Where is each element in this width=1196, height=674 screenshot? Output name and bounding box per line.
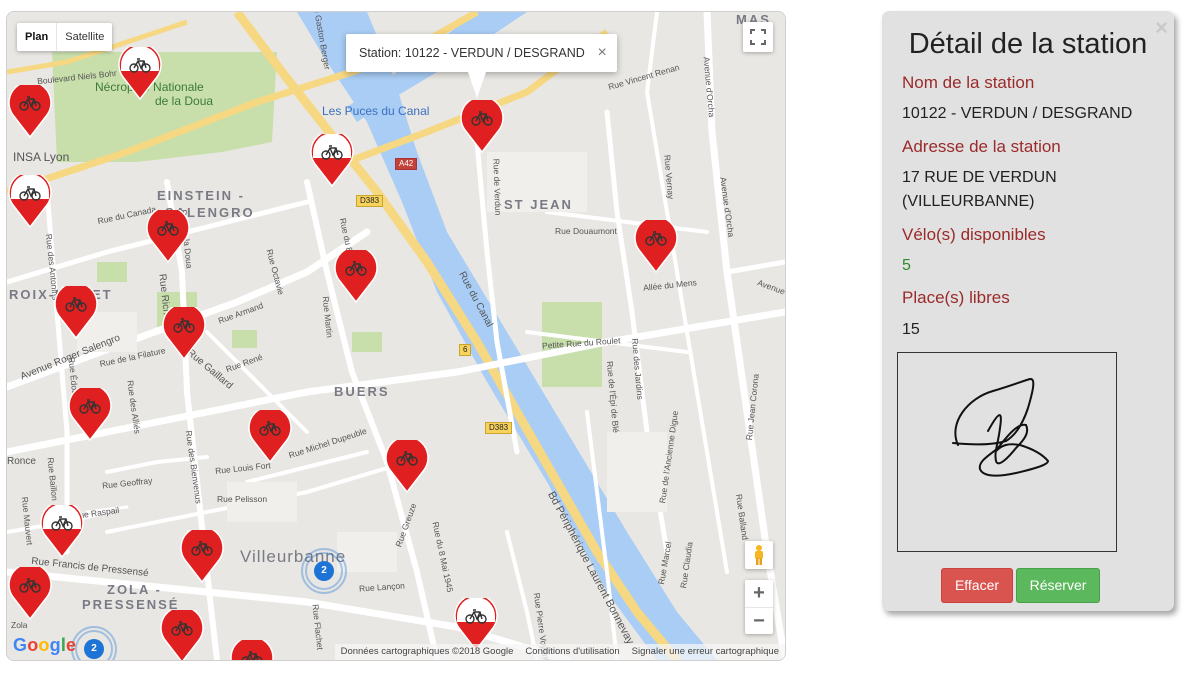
poi-label: de la Doua (155, 94, 214, 108)
map-type-plan[interactable]: Plan (17, 23, 56, 51)
station-marker[interactable] (247, 406, 293, 464)
station-marker[interactable] (161, 303, 207, 361)
station-name-label: Nom de la station (902, 73, 1035, 92)
marker-cluster[interactable]: 2 (301, 548, 347, 594)
map-attribution: Données cartographiques ©2018 Google Con… (334, 644, 785, 660)
signature-canvas[interactable] (897, 352, 1117, 552)
station-marker[interactable] (459, 96, 505, 154)
station-marker[interactable] (179, 526, 225, 584)
street-view-button[interactable] (745, 541, 773, 569)
station-address-label: Adresse de la station (902, 137, 1061, 156)
cluster-count: 2 (84, 639, 104, 659)
station-address-value: 17 RUE DE VERDUN (VILLEURBANNE) (902, 169, 1057, 210)
free-places-value: 15 (902, 321, 920, 338)
street-label: Rue Pelisson (217, 494, 268, 504)
fullscreen-icon (750, 29, 766, 45)
station-marker[interactable] (53, 282, 99, 340)
zoom-in-button[interactable]: + (745, 580, 773, 607)
info-window-text: Station: 10122 - VERDUN / DESGRAND (359, 46, 585, 60)
station-name-value: 10122 - VERDUN / DESGRAND (902, 105, 1133, 122)
google-logo: Google (13, 635, 77, 655)
reserve-button[interactable]: Réserver (1016, 568, 1100, 603)
signature-drawing (952, 378, 1050, 477)
station-marker[interactable] (7, 81, 53, 139)
street-label: Ronce (7, 456, 36, 467)
terms-link[interactable]: Conditions d'utilisation (519, 644, 625, 660)
street-label: Rue Douaumont (555, 226, 617, 236)
road-shield: D383 (356, 195, 384, 207)
map-type-satellite[interactable]: Satellite (56, 23, 112, 51)
station-marker[interactable] (67, 384, 113, 442)
street-label: Zola (11, 620, 28, 630)
close-icon[interactable]: × (597, 34, 606, 72)
station-marker[interactable] (159, 606, 205, 660)
station-marker[interactable] (7, 171, 53, 229)
station-marker[interactable] (229, 636, 275, 660)
poi-label: INSA Lyon (13, 150, 70, 164)
station-marker[interactable] (384, 436, 430, 494)
road-shield: A42 (395, 158, 418, 170)
area-label: EINSTEIN - (157, 188, 245, 203)
bikes-available-label: Vélo(s) disponibles (902, 225, 1046, 244)
station-marker[interactable] (633, 216, 679, 274)
street-label: Rue de Verdun (491, 158, 504, 216)
area-label: ST JEAN (504, 197, 573, 212)
free-places-label: Place(s) libres (902, 288, 1010, 307)
marker-cluster[interactable]: 2 (71, 626, 117, 660)
fullscreen-button[interactable] (743, 22, 773, 52)
area-label: ZOLA - (107, 582, 162, 597)
road-shield: D383 (485, 422, 513, 434)
station-info-window: Station: 10122 - VERDUN / DESGRAND × (346, 34, 617, 98)
cluster-count: 2 (314, 561, 334, 581)
poi-label: Les Puces du Canal (322, 104, 430, 118)
clear-signature-button[interactable]: Effacer (941, 568, 1013, 603)
station-detail-panel: × Détail de la station Nom de la station… (882, 11, 1174, 611)
bikes-available-value: 5 (902, 257, 911, 274)
station-marker[interactable] (7, 563, 53, 621)
map-type-control: Plan Satellite (17, 23, 113, 51)
station-marker[interactable] (39, 501, 85, 559)
road-shield: 6 (459, 344, 472, 356)
attribution-data: Données cartographiques ©2018 Google (340, 646, 514, 657)
report-error-link[interactable]: Signaler une erreur cartographique (626, 644, 785, 660)
area-label: BUERS (334, 384, 390, 399)
station-marker[interactable] (333, 246, 379, 304)
zoom-control: + − (745, 580, 773, 634)
zoom-out-button[interactable]: − (745, 607, 773, 635)
station-marker[interactable] (117, 43, 163, 101)
pegman-icon (755, 545, 763, 565)
station-marker[interactable] (309, 130, 355, 188)
panel-title: Détail de la station (908, 28, 1148, 60)
station-map[interactable]: EINSTEIN - SALENGRO ST JEAN ROIX-LUIZET … (6, 11, 786, 661)
station-marker[interactable] (145, 206, 191, 264)
